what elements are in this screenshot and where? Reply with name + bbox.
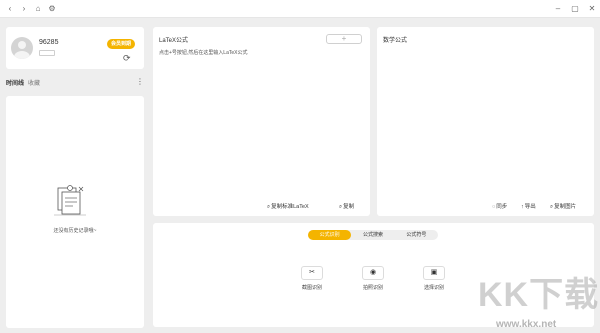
close-icon[interactable]: ✕: [586, 3, 598, 15]
copy-icon: ⌕: [339, 204, 343, 210]
history-tabs: 时间线 收藏: [6, 78, 40, 87]
title-bar: ‹ › ⌂ ⚙ – ▢ ✕: [0, 0, 600, 18]
tool-tabs: 公式识别 公式搜索 公式符号: [308, 230, 438, 240]
scissors-icon: ✂: [301, 266, 323, 280]
math-panel: 数学公式 ◌同步 ↑导出 ⌕复制图片: [377, 27, 594, 216]
refresh-icon[interactable]: ⟳: [123, 53, 131, 63]
user-level-badge: [39, 50, 55, 56]
select-recognition-label: 选择识别: [423, 285, 444, 291]
select-recognition-button[interactable]: ▣ 选择识别: [422, 266, 446, 291]
export-icon: ↑: [521, 204, 524, 210]
empty-history-illustration: [54, 185, 86, 216]
plus-icon: +: [341, 34, 347, 43]
export-button[interactable]: ↑导出: [521, 202, 536, 210]
more-options-icon[interactable]: ⋮: [136, 77, 144, 86]
screenshot-recognition-button[interactable]: ✂ 截图识别: [300, 266, 324, 291]
copy-standard-latex-button[interactable]: ⌕复制标准LaTeX: [267, 202, 309, 211]
image-icon: ▣: [423, 266, 445, 280]
copy-button[interactable]: ⌕复制: [339, 202, 354, 211]
history-panel: 还没有历史记录哦~: [6, 96, 144, 328]
empty-history-text: 还没有历史记录哦~: [53, 228, 97, 234]
user-id: 96285: [39, 39, 59, 46]
tab-formula-recognition[interactable]: 公式识别: [308, 230, 352, 240]
photo-recognition-button[interactable]: ◉ 拍照识别: [361, 266, 385, 291]
sync-icon: ◌: [492, 204, 496, 210]
add-formula-button[interactable]: +: [326, 34, 362, 44]
minimize-icon[interactable]: –: [552, 3, 564, 15]
latex-panel: LaTeX公式 + 点击+号按钮,然后在这里输入LaTeX公式 ⌕复制标准LaT…: [153, 27, 370, 216]
tab-formula-symbols[interactable]: 公式符号: [395, 230, 438, 240]
tab-favorites[interactable]: 收藏: [28, 81, 40, 87]
photo-recognition-label: 拍照识别: [362, 285, 383, 291]
forward-icon[interactable]: ›: [18, 3, 30, 15]
vip-badge[interactable]: 会员到期: [107, 39, 135, 49]
tab-history[interactable]: 时间线: [6, 81, 24, 87]
user-card: 96285 会员到期 ⟳: [6, 27, 144, 69]
math-panel-title: 数学公式: [383, 38, 408, 44]
screenshot-recognition-label: 截图识别: [301, 285, 322, 291]
watermark-logo: KK下载: [478, 276, 600, 314]
camera-icon: ◉: [362, 266, 384, 280]
copy-image-button[interactable]: ⌕复制图片: [550, 202, 576, 211]
copy-icon: ⌕: [267, 204, 271, 210]
latex-panel-title: LaTeX公式: [159, 38, 189, 44]
back-icon[interactable]: ‹: [4, 3, 16, 15]
maximize-icon[interactable]: ▢: [569, 3, 581, 15]
tab-formula-search[interactable]: 公式搜索: [351, 230, 394, 240]
gear-icon[interactable]: ⚙: [46, 3, 58, 15]
latex-input-hint[interactable]: 点击+号按钮,然后在这里输入LaTeX公式: [159, 49, 248, 56]
copy-icon: ⌕: [550, 204, 554, 210]
sync-button[interactable]: ◌同步: [492, 202, 507, 210]
watermark-url: www.kkx.net: [496, 319, 557, 330]
avatar[interactable]: [11, 37, 33, 59]
home-icon[interactable]: ⌂: [32, 3, 44, 15]
